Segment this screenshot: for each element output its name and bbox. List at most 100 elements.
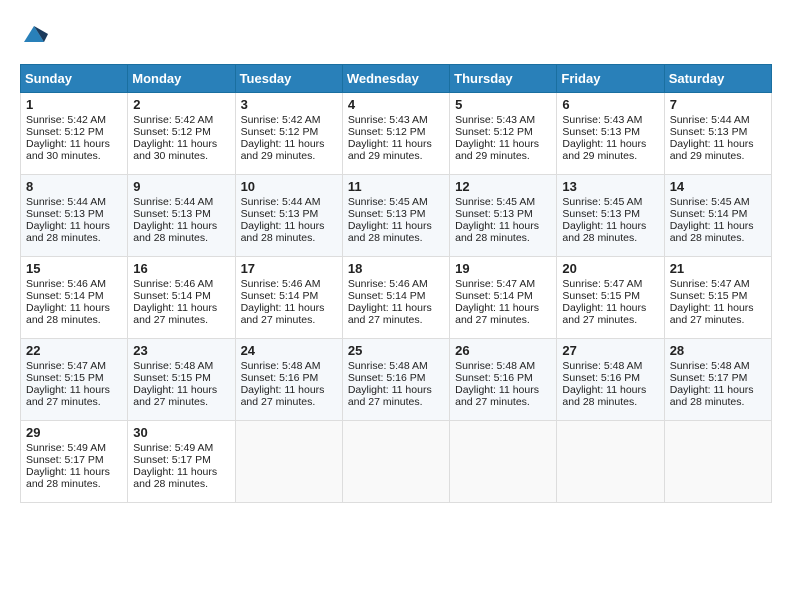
daylight-label: Daylight: 11 hours and 28 minutes.	[241, 220, 325, 244]
sunrise-label: Sunrise: 5:49 AM	[133, 442, 213, 454]
day-number: 4	[348, 97, 444, 112]
sunrise-label: Sunrise: 5:48 AM	[241, 360, 321, 372]
daylight-label: Daylight: 11 hours and 30 minutes.	[26, 138, 110, 162]
sunrise-label: Sunrise: 5:45 AM	[670, 196, 750, 208]
daylight-label: Daylight: 11 hours and 27 minutes.	[348, 302, 432, 326]
sunrise-label: Sunrise: 5:43 AM	[455, 114, 535, 126]
calendar-cell: 28Sunrise: 5:48 AMSunset: 5:17 PMDayligh…	[664, 339, 771, 421]
sunset-label: Sunset: 5:12 PM	[455, 126, 533, 138]
sunset-label: Sunset: 5:13 PM	[241, 208, 319, 220]
day-number: 20	[562, 261, 658, 276]
sunset-label: Sunset: 5:14 PM	[26, 290, 104, 302]
daylight-label: Daylight: 11 hours and 28 minutes.	[133, 466, 217, 490]
calendar-cell: 1Sunrise: 5:42 AMSunset: 5:12 PMDaylight…	[21, 93, 128, 175]
daylight-label: Daylight: 11 hours and 28 minutes.	[133, 220, 217, 244]
calendar-cell: 4Sunrise: 5:43 AMSunset: 5:12 PMDaylight…	[342, 93, 449, 175]
calendar-cell: 11Sunrise: 5:45 AMSunset: 5:13 PMDayligh…	[342, 175, 449, 257]
sunset-label: Sunset: 5:16 PM	[241, 372, 319, 384]
sunrise-label: Sunrise: 5:42 AM	[133, 114, 213, 126]
calendar-cell	[450, 421, 557, 503]
calendar-cell: 15Sunrise: 5:46 AMSunset: 5:14 PMDayligh…	[21, 257, 128, 339]
sunrise-label: Sunrise: 5:46 AM	[241, 278, 321, 290]
day-number: 16	[133, 261, 229, 276]
calendar-cell: 9 Sunrise: 5:44 AMSunset: 5:13 PMDaylight…	[128, 175, 235, 257]
sunset-label: Sunset: 5:17 PM	[133, 454, 211, 466]
sunset-label: Sunset: 5:13 PM	[670, 126, 748, 138]
day-number: 30	[133, 425, 229, 440]
day-number: 6	[562, 97, 658, 112]
day-header-saturday: Saturday	[664, 65, 771, 93]
daylight-label: Daylight: 11 hours and 28 minutes.	[670, 384, 754, 408]
calendar-cell: 19Sunrise: 5:47 AMSunset: 5:14 PMDayligh…	[450, 257, 557, 339]
sunset-label: Sunset: 5:14 PM	[670, 208, 748, 220]
sunrise-label: Sunrise: 5:44 AM	[133, 196, 213, 208]
calendar-cell: 25Sunrise: 5:48 AMSunset: 5:16 PMDayligh…	[342, 339, 449, 421]
sunset-label: Sunset: 5:12 PM	[133, 126, 211, 138]
day-number: 23	[133, 343, 229, 358]
sunrise-label: Sunrise: 5:42 AM	[241, 114, 321, 126]
daylight-label: Daylight: 11 hours and 27 minutes.	[133, 302, 217, 326]
sunrise-label: Sunrise: 5:47 AM	[26, 360, 106, 372]
day-number: 17	[241, 261, 337, 276]
day-number: 12	[455, 179, 551, 194]
day-number: 9	[133, 179, 229, 194]
day-number: 14	[670, 179, 766, 194]
sunrise-label: Sunrise: 5:45 AM	[562, 196, 642, 208]
calendar-cell: 22Sunrise: 5:47 AMSunset: 5:15 PMDayligh…	[21, 339, 128, 421]
calendar-cell	[235, 421, 342, 503]
day-number: 18	[348, 261, 444, 276]
sunset-label: Sunset: 5:14 PM	[241, 290, 319, 302]
sunrise-label: Sunrise: 5:46 AM	[133, 278, 213, 290]
daylight-label: Daylight: 11 hours and 28 minutes.	[26, 466, 110, 490]
day-number: 27	[562, 343, 658, 358]
calendar-cell: 23Sunrise: 5:48 AMSunset: 5:15 PMDayligh…	[128, 339, 235, 421]
calendar-cell: 3Sunrise: 5:42 AMSunset: 5:12 PMDaylight…	[235, 93, 342, 175]
calendar-cell: 7Sunrise: 5:44 AMSunset: 5:13 PMDaylight…	[664, 93, 771, 175]
logo-icon	[20, 20, 48, 48]
sunrise-label: Sunrise: 5:48 AM	[455, 360, 535, 372]
day-number: 29	[26, 425, 122, 440]
sunset-label: Sunset: 5:15 PM	[562, 290, 640, 302]
daylight-label: Daylight: 11 hours and 27 minutes.	[562, 302, 646, 326]
sunrise-label: Sunrise: 5:47 AM	[670, 278, 750, 290]
calendar-week-1: 1Sunrise: 5:42 AMSunset: 5:12 PMDaylight…	[21, 93, 772, 175]
day-header-monday: Monday	[128, 65, 235, 93]
calendar-cell: 27Sunrise: 5:48 AMSunset: 5:16 PMDayligh…	[557, 339, 664, 421]
calendar-cell: 29Sunrise: 5:49 AMSunset: 5:17 PMDayligh…	[21, 421, 128, 503]
sunrise-label: Sunrise: 5:48 AM	[670, 360, 750, 372]
sunrise-label: Sunrise: 5:44 AM	[26, 196, 106, 208]
daylight-label: Daylight: 11 hours and 28 minutes.	[562, 384, 646, 408]
sunset-label: Sunset: 5:15 PM	[670, 290, 748, 302]
day-number: 28	[670, 343, 766, 358]
day-number: 5	[455, 97, 551, 112]
day-number: 26	[455, 343, 551, 358]
calendar-cell: 20Sunrise: 5:47 AMSunset: 5:15 PMDayligh…	[557, 257, 664, 339]
calendar-header-row: SundayMondayTuesdayWednesdayThursdayFrid…	[21, 65, 772, 93]
daylight-label: Daylight: 11 hours and 29 minutes.	[455, 138, 539, 162]
daylight-label: Daylight: 11 hours and 29 minutes.	[670, 138, 754, 162]
calendar-cell	[557, 421, 664, 503]
daylight-label: Daylight: 11 hours and 27 minutes.	[241, 384, 325, 408]
day-number: 13	[562, 179, 658, 194]
daylight-label: Daylight: 11 hours and 27 minutes.	[455, 384, 539, 408]
sunrise-label: Sunrise: 5:45 AM	[348, 196, 428, 208]
day-header-thursday: Thursday	[450, 65, 557, 93]
sunrise-label: Sunrise: 5:48 AM	[562, 360, 642, 372]
daylight-label: Daylight: 11 hours and 29 minutes.	[562, 138, 646, 162]
daylight-label: Daylight: 11 hours and 28 minutes.	[670, 220, 754, 244]
sunset-label: Sunset: 5:12 PM	[348, 126, 426, 138]
sunrise-label: Sunrise: 5:49 AM	[26, 442, 106, 454]
calendar-table: SundayMondayTuesdayWednesdayThursdayFrid…	[20, 64, 772, 503]
sunset-label: Sunset: 5:13 PM	[133, 208, 211, 220]
sunset-label: Sunset: 5:16 PM	[348, 372, 426, 384]
sunrise-label: Sunrise: 5:47 AM	[455, 278, 535, 290]
day-number: 24	[241, 343, 337, 358]
calendar-cell: 5 Sunrise: 5:43 AMSunset: 5:12 PMDaylight…	[450, 93, 557, 175]
calendar-week-3: 15Sunrise: 5:46 AMSunset: 5:14 PMDayligh…	[21, 257, 772, 339]
day-number: 10	[241, 179, 337, 194]
daylight-label: Daylight: 11 hours and 27 minutes.	[133, 384, 217, 408]
calendar-cell: 6Sunrise: 5:43 AMSunset: 5:13 PMDaylight…	[557, 93, 664, 175]
calendar-cell: 14 Sunrise: 5:45 AMSunset: 5:14 PMDayligh…	[664, 175, 771, 257]
day-header-wednesday: Wednesday	[342, 65, 449, 93]
daylight-label: Daylight: 11 hours and 27 minutes.	[241, 302, 325, 326]
